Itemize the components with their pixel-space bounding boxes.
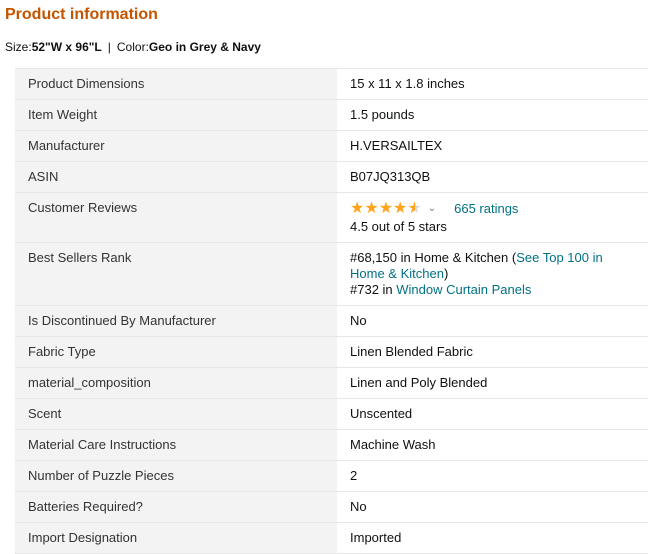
size-label: Size: bbox=[5, 40, 32, 54]
table-row: Is Discontinued By Manufacturer No bbox=[15, 305, 648, 337]
spec-label: Batteries Required? bbox=[15, 491, 337, 523]
table-row: Item Weight 1.5 pounds bbox=[15, 99, 648, 131]
table-row: Number of Puzzle Pieces 2 bbox=[15, 460, 648, 492]
spec-value: No bbox=[350, 313, 367, 328]
spec-value: No bbox=[350, 499, 367, 514]
table-row: Scent Unscented bbox=[15, 398, 648, 430]
spec-label: Item Weight bbox=[15, 99, 337, 131]
table-row: Manufacturer H.VERSAILTEX bbox=[15, 130, 648, 162]
spec-label: Fabric Type bbox=[15, 336, 337, 368]
ratings-count-link[interactable]: 665 ratings bbox=[454, 201, 518, 217]
spec-value: Unscented bbox=[350, 406, 413, 421]
spec-label: Customer Reviews bbox=[15, 192, 337, 243]
spec-label: Manufacturer bbox=[15, 130, 337, 162]
table-row: Material Care Instructions Machine Wash bbox=[15, 429, 648, 461]
table-row: Batteries Required? No bbox=[15, 491, 648, 523]
spec-label: material_composition bbox=[15, 367, 337, 399]
table-row: Import Designation Imported bbox=[15, 522, 648, 554]
star-rating[interactable]: ★ ★ ★ ★ ★ bbox=[350, 201, 422, 217]
section-title: Product information bbox=[5, 6, 158, 23]
star-icon: ★ bbox=[350, 200, 365, 217]
size-value: 52"W x 96"L bbox=[31, 40, 102, 54]
spec-value: B07JQ313QB bbox=[350, 169, 431, 184]
table-row: material_composition Linen and Poly Blen… bbox=[15, 367, 648, 399]
spec-label: Is Discontinued By Manufacturer bbox=[15, 305, 337, 337]
table-row: Product Dimensions 15 x 11 x 1.8 inches bbox=[15, 68, 648, 100]
spec-label: ASIN bbox=[15, 161, 337, 193]
color-label: Color: bbox=[116, 40, 149, 54]
star-icon: ★ bbox=[393, 200, 408, 217]
variation-summary: Size:52"W x 96"L | Color:Geo in Grey & Nav… bbox=[5, 39, 261, 55]
variation-separator: | bbox=[107, 40, 111, 54]
table-row: Customer Reviews ★ ★ ★ ★ ★ ⌄ 665 ratings… bbox=[15, 192, 648, 243]
rank-line-home: #68,150 in Home & Kitchen (See Top 100 i… bbox=[350, 250, 640, 282]
spec-label: Material Care Instructions bbox=[15, 429, 337, 461]
star-half-icon: ★ bbox=[407, 200, 422, 217]
color-value: Geo in Grey & Navy bbox=[148, 40, 261, 54]
spec-label: Product Dimensions bbox=[15, 68, 337, 100]
spec-value: Linen Blended Fabric bbox=[350, 344, 473, 359]
spec-value: Imported bbox=[350, 530, 402, 545]
spec-value: Machine Wash bbox=[350, 437, 436, 452]
rank-line-curtains: #732 in Window Curtain Panels bbox=[350, 282, 640, 298]
spec-label: Import Designation bbox=[15, 522, 337, 554]
rank-home-text: #68,150 in Home & Kitchen ( bbox=[350, 250, 517, 265]
spec-value: 15 x 11 x 1.8 inches bbox=[350, 76, 465, 91]
spec-value: 2 bbox=[350, 468, 358, 483]
product-details-table: Product Dimensions 15 x 11 x 1.8 inches … bbox=[15, 68, 648, 554]
rating-summary: 4.5 out of 5 stars bbox=[350, 219, 447, 234]
star-icon: ★ bbox=[378, 200, 394, 217]
spec-value: H.VERSAILTEX bbox=[350, 138, 443, 153]
spec-label: Best Sellers Rank bbox=[15, 242, 337, 306]
rank-curtains-text: #732 in bbox=[350, 282, 397, 297]
table-row: Best Sellers Rank #68,150 in Home & Kitc… bbox=[15, 242, 648, 306]
table-row: Fabric Type Linen Blended Fabric bbox=[15, 336, 648, 368]
spec-value: 1.5 pounds bbox=[350, 107, 415, 122]
rank-home-suffix: ) bbox=[443, 266, 449, 281]
customer-reviews-cell: ★ ★ ★ ★ ★ ⌄ 665 ratings 4.5 out of 5 sta… bbox=[337, 193, 648, 243]
spec-value: Linen and Poly Blended bbox=[350, 375, 488, 390]
star-icon: ★ bbox=[364, 200, 379, 217]
spec-label: Scent bbox=[15, 398, 337, 430]
chevron-down-icon[interactable]: ⌄ bbox=[428, 201, 436, 217]
table-row: ASIN B07JQ313QB bbox=[15, 161, 648, 193]
window-curtain-panels-link[interactable]: Window Curtain Panels bbox=[396, 282, 531, 297]
spec-label: Number of Puzzle Pieces bbox=[15, 460, 337, 492]
best-sellers-rank-cell: #68,150 in Home & Kitchen (See Top 100 i… bbox=[337, 243, 648, 306]
